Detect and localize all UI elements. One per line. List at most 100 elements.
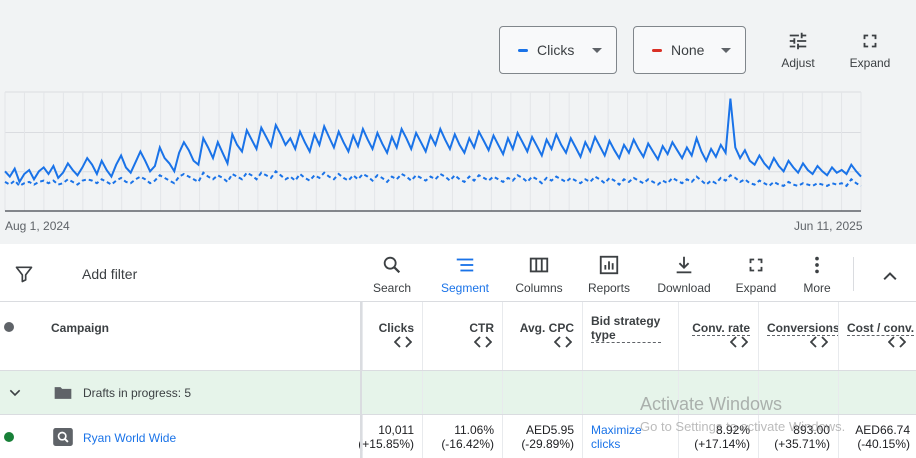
bid-strategy-line1[interactable]: Maximize <box>591 423 642 437</box>
cost-conv-change: (-40.15%) <box>857 437 910 451</box>
ctr-value: 11.06% <box>454 423 494 437</box>
toolbar-divider <box>853 257 854 291</box>
download-button[interactable]: Download <box>652 254 716 295</box>
filter-icon[interactable] <box>14 264 34 284</box>
campaign-column-header[interactable]: Campaign <box>51 321 109 335</box>
adjust-chart-button[interactable]: Adjust <box>768 30 828 70</box>
download-icon <box>676 256 692 274</box>
columns-button[interactable]: Columns <box>507 254 571 295</box>
fullscreen-icon <box>749 258 763 272</box>
drafts-label: Drafts in progress: 5 <box>83 386 192 400</box>
conversions-cell: 893.00 (+35.71%) <box>758 415 838 458</box>
conv-rate-change: (+17.14%) <box>694 437 750 451</box>
bid-strategy-cell: Maximize clicks <box>582 415 678 458</box>
ctr-column-header[interactable]: CTR <box>422 302 502 370</box>
more-label: More <box>803 281 831 295</box>
bid-strategy-line2[interactable]: clicks <box>591 437 620 451</box>
download-label: Download <box>657 281 711 295</box>
clicks-change: (+15.85%) <box>358 437 414 451</box>
cell-divider <box>422 371 423 414</box>
clicks-cell: 10,011 (+15.85%) <box>358 415 422 458</box>
segment-icon <box>456 258 474 272</box>
secondary-metric-select[interactable]: None <box>633 26 746 74</box>
campaign-table: Campaign Clicks CTR Avg. CPC Bid strateg… <box>0 302 916 458</box>
ctr-cell: 11.06% (-16.42%) <box>422 415 502 458</box>
performance-chart-card: Clicks None Adjust Expand Aug 1, 2024 Ju… <box>0 0 916 244</box>
fullscreen-icon <box>863 34 877 48</box>
sort-icon <box>394 336 412 348</box>
cost-conv-cell: AED66.74 (-40.15%) <box>838 415 916 458</box>
conversions-value: 893.00 <box>793 423 830 437</box>
cost-conv-value: AED66.74 <box>855 423 910 437</box>
avg-cpc-value: AED5.95 <box>525 423 574 437</box>
cell-divider <box>582 371 583 414</box>
sort-icon <box>810 336 828 348</box>
table-row: Ryan World Wide 10,011 (+15.85%) 11.06% … <box>0 415 916 458</box>
search-label: Search <box>372 281 412 295</box>
bid-strategy-header-label: Bid strategy type <box>591 314 661 343</box>
more-vert-icon <box>815 256 819 274</box>
chevron-down-icon <box>721 48 731 53</box>
expand-chart-button[interactable]: Expand <box>840 30 900 70</box>
search-button[interactable]: Search <box>360 254 424 295</box>
folder-icon <box>54 387 72 399</box>
expand-table-label: Expand <box>735 281 777 295</box>
expand-table-button[interactable]: Expand <box>724 254 788 295</box>
columns-label: Columns <box>515 281 563 295</box>
x-axis-end-label: Jun 11, 2025 <box>794 219 863 233</box>
clicks-value: 10,011 <box>378 423 414 437</box>
ctr-header-label: CTR <box>469 321 494 335</box>
columns-icon <box>529 257 549 273</box>
drafts-row[interactable]: Drafts in progress: 5 <box>0 371 916 415</box>
sort-icon <box>474 336 492 348</box>
reports-icon <box>599 255 619 275</box>
add-filter-button[interactable]: Add filter <box>82 266 137 282</box>
cost-conv-header-label: Cost / conv. <box>847 321 915 336</box>
status-enabled-dot <box>4 432 14 442</box>
expand-chart-label: Expand <box>849 56 891 70</box>
x-axis-start-label: Aug 1, 2024 <box>5 219 70 233</box>
chevron-down-icon[interactable] <box>6 385 24 401</box>
primary-metric-select[interactable]: Clicks <box>499 26 617 74</box>
cell-divider <box>678 371 679 414</box>
primary-metric-label: Clicks <box>537 42 575 58</box>
campaign-name-link[interactable]: Ryan World Wide <box>83 431 176 445</box>
bid-strategy-column-header[interactable]: Bid strategy type <box>582 302 678 370</box>
secondary-metric-label: None <box>671 42 705 58</box>
chevron-up-icon[interactable] <box>880 266 900 286</box>
avg-cpc-column-header[interactable]: Avg. CPC <box>502 302 582 370</box>
sort-icon <box>554 336 572 348</box>
cell-divider <box>838 371 839 414</box>
cost-conv-column-header[interactable]: Cost / conv. <box>838 302 916 370</box>
reports-label: Reports <box>587 281 631 295</box>
avg-cpc-header-label: Avg. CPC <box>519 321 574 335</box>
segment-button[interactable]: Segment <box>433 254 497 295</box>
conversions-column-header[interactable]: Conversions <box>758 302 838 370</box>
conv-rate-value: 8.92% <box>715 423 750 437</box>
search-icon <box>383 256 401 274</box>
cell-divider <box>502 371 503 414</box>
cell-divider <box>758 371 759 414</box>
tune-icon <box>789 32 807 50</box>
frozen-column-divider <box>360 302 362 458</box>
sort-icon <box>888 336 906 348</box>
status-header-dot <box>4 322 14 332</box>
secondary-metric-swatch <box>652 48 662 52</box>
reports-button[interactable]: Reports <box>577 254 641 295</box>
conv-rate-header-label: Conv. rate <box>692 321 750 336</box>
avg-cpc-cell: AED5.95 (-29.89%) <box>502 415 582 458</box>
conversions-change: (+35.71%) <box>774 437 830 451</box>
primary-metric-swatch <box>518 48 528 52</box>
table-header-row: Campaign Clicks CTR Avg. CPC Bid strateg… <box>0 302 916 371</box>
conv-rate-column-header[interactable]: Conv. rate <box>678 302 758 370</box>
chevron-down-icon <box>592 48 602 53</box>
segment-label: Segment <box>440 281 490 295</box>
clicks-line-chart <box>4 91 862 212</box>
more-button[interactable]: More <box>785 254 849 295</box>
chart-grid <box>4 91 862 211</box>
ctr-change: (-16.42%) <box>441 437 494 451</box>
conversions-header-label: Conversions <box>767 321 838 336</box>
clicks-header-label: Clicks <box>378 321 414 335</box>
adjust-label: Adjust <box>781 56 815 70</box>
clicks-column-header[interactable]: Clicks <box>362 302 422 370</box>
